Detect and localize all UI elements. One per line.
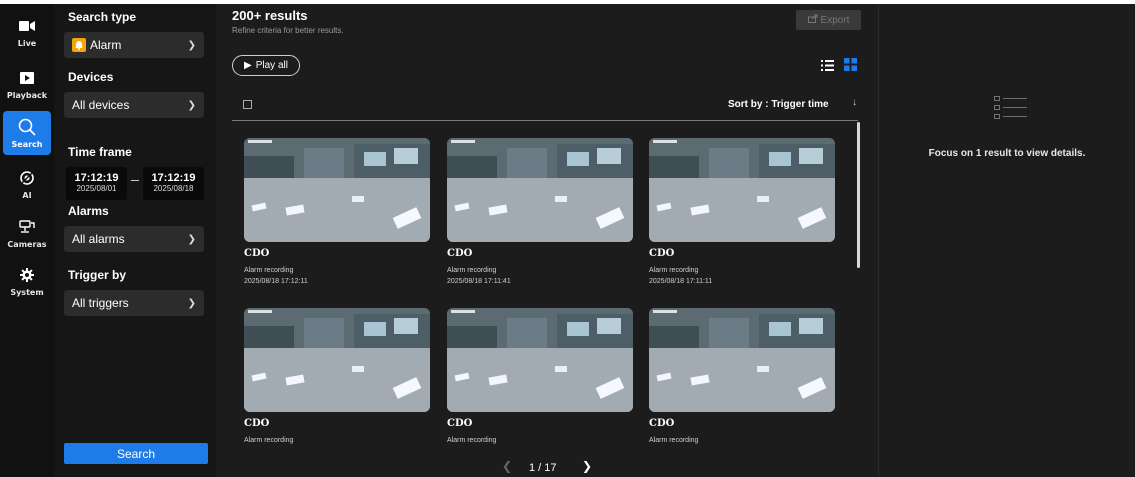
nav-item-search[interactable]: Search [3, 111, 51, 155]
search-filters-panel: Search type Alarm ❯ Devices All devices … [54, 4, 216, 477]
start-date: 2025/08/01 [76, 184, 117, 193]
camera-name: CDO [649, 418, 675, 429]
next-page-icon[interactable]: ❯ [582, 459, 592, 473]
nav-item-label: Playback [6, 91, 48, 100]
start-time-picker[interactable]: 17:12:19 2025/08/01 [66, 167, 127, 200]
camera-name: CDO [244, 248, 270, 259]
time-frame-title: Time frame [68, 145, 132, 159]
sort-by-label[interactable]: Sort by : Trigger time [728, 99, 829, 110]
recording-type: Alarm recording [649, 437, 699, 444]
trigger-timestamp: 2025/08/18 17:11:11 [649, 278, 713, 285]
play-icon: ▶ [244, 60, 252, 71]
nav-item-playback[interactable]: Playback [3, 62, 51, 106]
devices-value: All devices [72, 98, 130, 112]
recording-thumbnail [649, 308, 835, 412]
export-button[interactable]: Export [796, 10, 861, 30]
chevron-down-icon: ❯ [187, 99, 196, 111]
recording-type: Alarm recording [244, 437, 294, 444]
ai-icon [20, 168, 34, 188]
search-type-title: Search type [68, 10, 137, 24]
recording-type: Alarm recording [447, 267, 497, 274]
grid-view-icon[interactable] [844, 58, 857, 76]
trigger-timestamp: 2025/08/18 17:11:41 [447, 278, 511, 285]
recording-type: Alarm recording [447, 437, 497, 444]
app-window: Live Playback Search AI Cameras System S… [0, 4, 1135, 477]
video-camera-icon [19, 16, 35, 36]
result-card[interactable]: CDO Alarm recording [649, 308, 835, 448]
list-view-icon[interactable] [821, 58, 834, 76]
devices-title: Devices [68, 70, 114, 84]
result-card[interactable]: CDO Alarm recording [244, 308, 430, 448]
nav-item-ai[interactable]: AI [3, 162, 51, 206]
alarms-select[interactable]: All alarms ❯ [64, 226, 204, 252]
prev-page-icon[interactable]: ❮ [502, 459, 512, 473]
nav-item-label: AI [22, 191, 32, 200]
page-indicator: 1 / 17 [529, 462, 557, 474]
result-card[interactable]: CDO Alarm recording [447, 308, 633, 448]
export-label: Export [820, 14, 850, 26]
nav-item-label: System [10, 288, 44, 297]
start-time: 17:12:19 [74, 172, 119, 184]
nav-item-live[interactable]: Live [3, 10, 51, 54]
end-date: 2025/08/18 [153, 184, 194, 193]
cameras-icon [19, 217, 35, 237]
alarm-bell-icon [72, 38, 86, 52]
recording-thumbnail [447, 308, 633, 412]
chevron-down-icon: ❯ [187, 39, 196, 51]
search-icon [18, 117, 36, 137]
recording-type: Alarm recording [244, 267, 294, 274]
camera-name: CDO [447, 248, 473, 259]
camera-name: CDO [649, 248, 675, 259]
recording-thumbnail [244, 308, 430, 412]
camera-name: CDO [244, 418, 270, 429]
results-hint: Refine criteria for better results. [232, 26, 344, 35]
nav-item-label: Cameras [7, 240, 47, 249]
chevron-down-icon: ❯ [187, 233, 196, 245]
nav-rail: Live Playback Search AI Cameras System [0, 4, 54, 477]
end-time: 17:12:19 [151, 172, 196, 184]
sort-direction-icon[interactable]: ↓ [852, 97, 857, 108]
result-card[interactable]: CDO Alarm recording 2025/08/18 17:11:11 [649, 138, 835, 285]
search-type-value: Alarm [90, 38, 122, 52]
recording-thumbnail [244, 138, 430, 242]
trigger-by-select[interactable]: All triggers ❯ [64, 290, 204, 316]
nav-item-system[interactable]: System [3, 259, 51, 303]
end-time-picker[interactable]: 17:12:19 2025/08/18 [143, 167, 204, 200]
play-all-button[interactable]: ▶ Play all [232, 55, 300, 76]
alarms-title: Alarms [68, 204, 109, 218]
details-list-icon [994, 96, 1028, 125]
gear-icon [20, 265, 34, 285]
camera-name: CDO [447, 418, 473, 429]
results-count: 200+ results [232, 8, 308, 23]
trigger-by-title: Trigger by [68, 268, 127, 282]
devices-select[interactable]: All devices ❯ [64, 92, 204, 118]
recording-thumbnail [447, 138, 633, 242]
trigger-by-value: All triggers [72, 296, 129, 310]
results-area: 200+ results Refine criteria for better … [216, 4, 878, 477]
search-type-select[interactable]: Alarm ❯ [64, 32, 204, 58]
play-all-label: Play all [255, 60, 288, 71]
time-range-separator [131, 180, 139, 181]
alarms-value: All alarms [72, 232, 125, 246]
results-divider [232, 120, 858, 121]
recording-thumbnail [649, 138, 835, 242]
details-panel: Focus on 1 result to view details. [878, 4, 1135, 477]
results-scrollbar[interactable] [857, 122, 860, 268]
chevron-down-icon: ❯ [187, 297, 196, 309]
recording-type: Alarm recording [649, 267, 699, 274]
playback-icon [20, 68, 34, 88]
export-icon [807, 14, 818, 26]
trigger-timestamp: 2025/08/18 17:12:11 [244, 278, 308, 285]
nav-item-label: Search [11, 140, 43, 149]
search-button[interactable]: Search [64, 443, 208, 464]
nav-item-label: Live [17, 39, 37, 48]
details-empty-message: Focus on 1 result to view details. [928, 148, 1086, 159]
select-all-checkbox[interactable] [243, 100, 252, 109]
result-card[interactable]: CDO Alarm recording 2025/08/18 17:12:11 [244, 138, 430, 285]
nav-item-cameras[interactable]: Cameras [3, 211, 51, 255]
result-card[interactable]: CDO Alarm recording 2025/08/18 17:11:41 [447, 138, 633, 285]
